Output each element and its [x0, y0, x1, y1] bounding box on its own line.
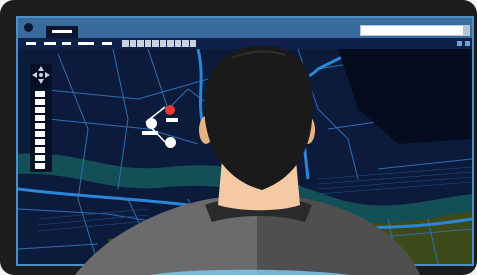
segment — [189, 40, 196, 47]
segment — [159, 40, 166, 47]
pan-arrows-icon[interactable] — [30, 64, 52, 86]
browser-tab[interactable] — [46, 26, 78, 38]
toolbar-item[interactable] — [44, 42, 56, 45]
selected-location-pin[interactable] — [165, 105, 175, 115]
zoom-level-step[interactable] — [35, 107, 45, 113]
segment — [182, 40, 189, 47]
poi-label — [142, 131, 158, 135]
zoom-level-step[interactable] — [35, 163, 45, 169]
segment — [152, 40, 159, 47]
map-toolbar — [18, 38, 472, 49]
segment — [122, 40, 129, 47]
zoom-level-step[interactable] — [35, 91, 45, 97]
zoom-level-step[interactable] — [35, 99, 45, 105]
toolbar-item[interactable] — [26, 42, 36, 45]
zoom-level-step[interactable] — [35, 131, 45, 137]
zoom-level-step[interactable] — [35, 115, 45, 121]
zoom-level-step[interactable] — [35, 147, 45, 153]
window-titlebar — [18, 18, 472, 38]
toolbar-toggle-icon[interactable] — [457, 41, 462, 46]
zoom-level-step[interactable] — [35, 155, 45, 161]
toolbar-toggle-icon[interactable] — [465, 41, 470, 46]
poi-label — [166, 118, 178, 122]
tab-label-placeholder — [52, 30, 72, 33]
scene — [0, 0, 477, 275]
toolbar-item[interactable] — [78, 42, 94, 45]
toolbar-segment-bar — [122, 40, 196, 47]
segment — [144, 40, 151, 47]
window-control-icon[interactable] — [24, 23, 33, 32]
map-canvas[interactable] — [18, 49, 472, 264]
segment — [167, 40, 174, 47]
toolbar-item[interactable] — [62, 42, 71, 45]
map-zoom-control[interactable] — [30, 64, 52, 172]
zoom-level-step[interactable] — [35, 123, 45, 129]
waypoint-pin[interactable] — [165, 137, 176, 148]
segment — [129, 40, 136, 47]
laptop-screen — [16, 16, 474, 266]
address-bar[interactable] — [360, 25, 470, 36]
segment — [137, 40, 144, 47]
segment — [174, 40, 181, 47]
toolbar-item[interactable] — [102, 42, 112, 45]
address-bar-button[interactable] — [463, 26, 469, 35]
waypoint-pin[interactable] — [146, 118, 157, 129]
zoom-level-step[interactable] — [35, 139, 45, 145]
